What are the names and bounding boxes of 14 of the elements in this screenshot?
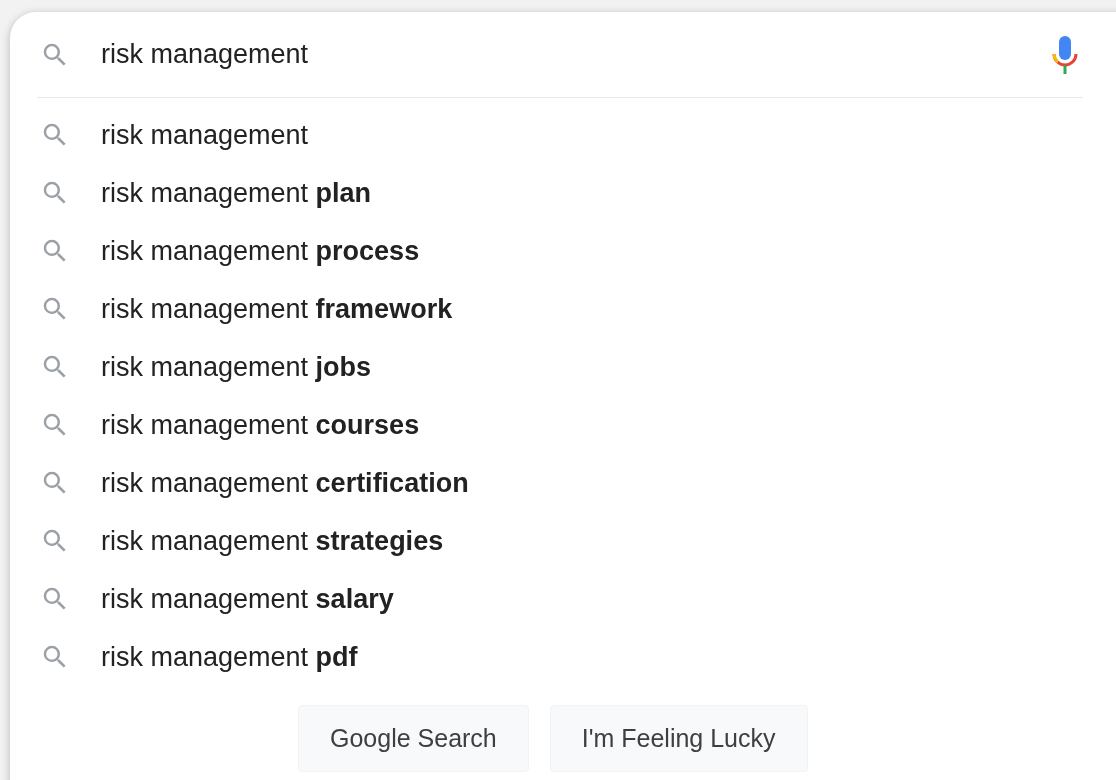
suggestion-item[interactable]: risk management courses	[10, 396, 1116, 454]
suggestion-item[interactable]: risk management pdf	[10, 628, 1116, 686]
search-button[interactable]: Google Search	[298, 705, 529, 772]
suggestion-item[interactable]: risk management	[10, 106, 1116, 164]
suggestion-item[interactable]: risk management process	[10, 222, 1116, 280]
suggestion-item[interactable]: risk management certification	[10, 454, 1116, 512]
search-field[interactable]: risk management	[101, 39, 1050, 70]
search-button[interactable]: I'm Feeling Lucky	[549, 705, 808, 772]
suggestion-item[interactable]: risk management strategies	[10, 512, 1116, 570]
suggestion-item[interactable]: risk management salary	[10, 570, 1116, 628]
suggestion-item[interactable]: risk management jobs	[10, 338, 1116, 396]
suggestion-item[interactable]: risk management plan	[10, 164, 1116, 222]
microphone-icon[interactable]	[1050, 34, 1080, 75]
suggestion-item[interactable]: risk management framework	[10, 280, 1116, 338]
